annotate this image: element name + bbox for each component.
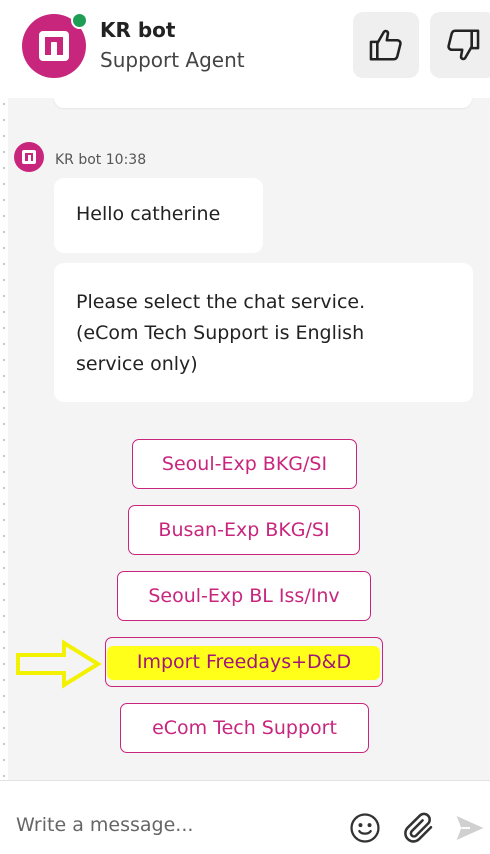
send-icon[interactable]: [453, 812, 487, 844]
thumbs-down-icon: [447, 29, 480, 61]
message-meta: KR bot 10:38: [55, 152, 147, 168]
message-bubble: Please select the chat service. (eCom Te…: [54, 263, 473, 402]
message-text-line: service only): [76, 353, 198, 375]
option-label: Import Freedays+D&D: [136, 651, 352, 673]
message-bubble: Hello catherine: [54, 178, 263, 253]
bot-name: KR bot: [100, 18, 176, 42]
emoji-icon[interactable]: [348, 811, 382, 845]
option-ecom-tech-support[interactable]: eCom Tech Support: [120, 703, 369, 753]
bot-logo-icon: [22, 150, 36, 164]
option-seoul-exp-bl-iss-inv[interactable]: Seoul-Exp BL Iss/Inv: [117, 571, 371, 621]
message-bot-avatar: [14, 142, 44, 172]
message-text: Hello catherine: [76, 203, 221, 225]
previous-message-card: [54, 98, 472, 108]
paperclip-icon[interactable]: [401, 810, 437, 846]
message-composer: [0, 780, 490, 854]
yellow-arrow-icon: [16, 639, 102, 689]
bot-logo-icon: [39, 31, 69, 61]
thumbs-down-button[interactable]: [430, 12, 490, 78]
option-seoul-exp-bkg-si[interactable]: Seoul-Exp BKG/SI: [132, 439, 357, 489]
bot-role: Support Agent: [100, 48, 245, 72]
option-busan-exp-bkg-si[interactable]: Busan-Exp BKG/SI: [128, 505, 360, 555]
thumbs-up-icon: [369, 29, 402, 61]
message-text-line: Please select the chat service.: [76, 291, 366, 313]
chat-header: KR bot Support Agent: [0, 0, 490, 98]
option-import-freedays-dd[interactable]: Import Freedays+D&D: [105, 637, 383, 687]
message-text-line: (eCom Tech Support is English: [76, 322, 365, 344]
left-edge-dots: [0, 0, 8, 853]
message-input[interactable]: [14, 809, 318, 841]
thumbs-up-button[interactable]: [353, 12, 419, 78]
online-status-dot: [71, 12, 88, 29]
chat-transcript[interactable]: KR bot 10:38 Hello catherine Please sele…: [8, 98, 490, 780]
